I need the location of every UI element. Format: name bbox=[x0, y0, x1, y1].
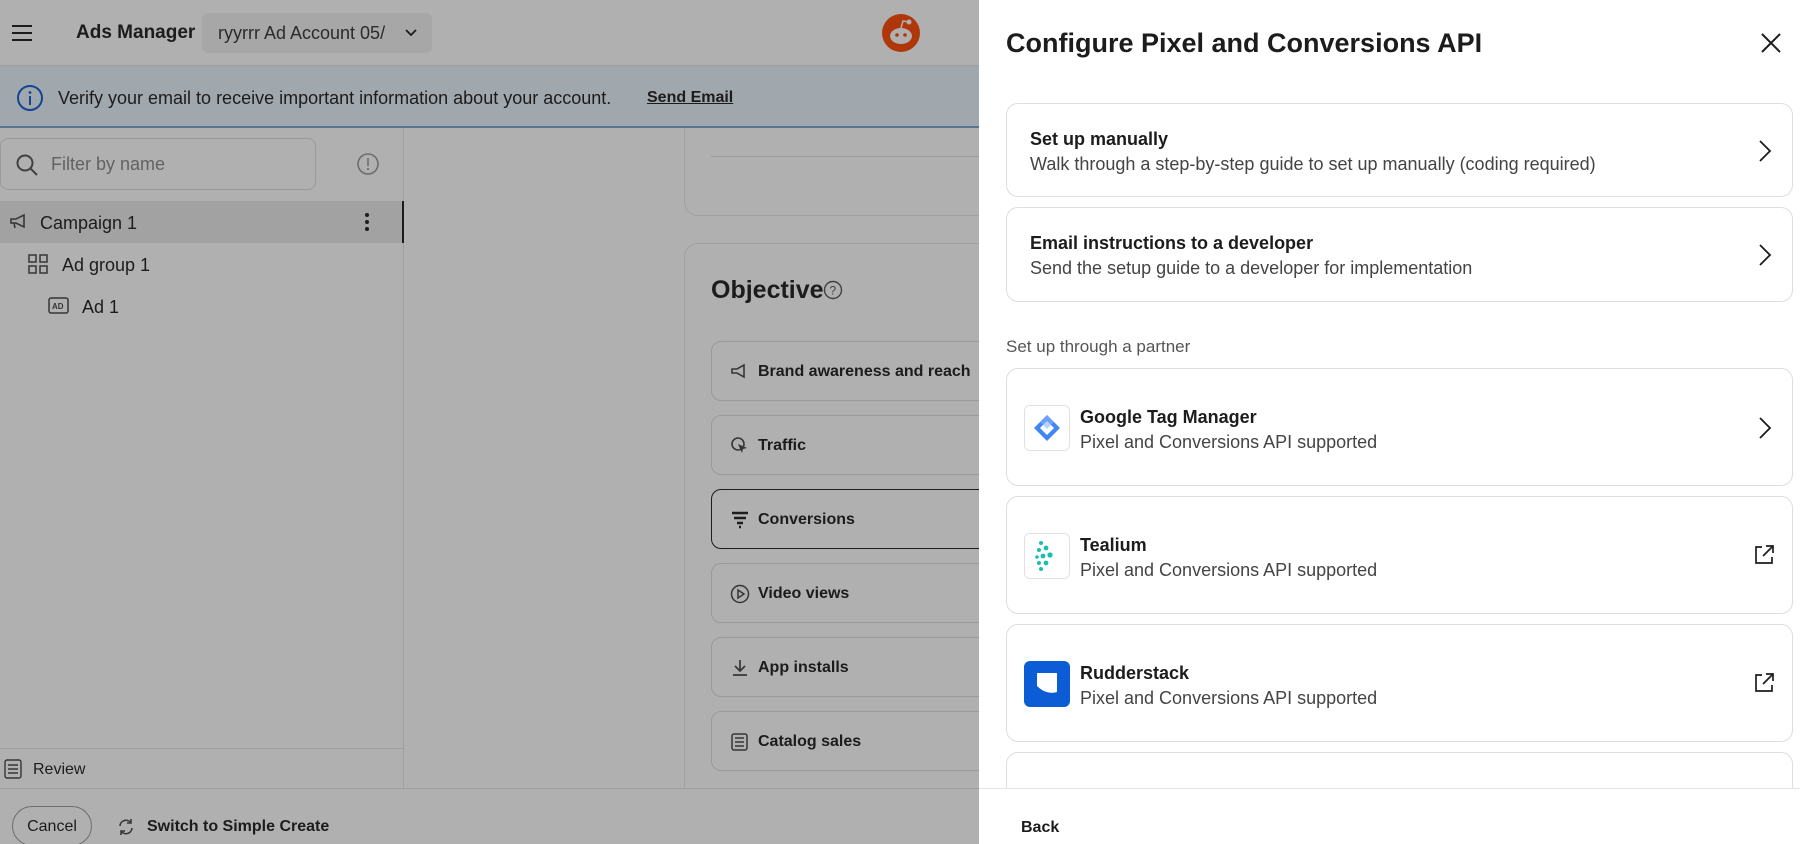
chevron-right-icon bbox=[1759, 140, 1772, 162]
option-subtitle: Send the setup guide to a developer for … bbox=[1030, 258, 1473, 278]
partner-name: Rudderstack bbox=[1080, 663, 1190, 683]
partner-tealium[interactable]: Tealium Pixel and Conversions API suppor… bbox=[1006, 496, 1793, 614]
external-link-icon bbox=[1755, 545, 1774, 564]
drawer-footer: Back bbox=[979, 788, 1800, 844]
partner-google-tag-manager[interactable]: Google Tag Manager Pixel and Conversions… bbox=[1006, 368, 1793, 486]
close-icon[interactable] bbox=[1759, 31, 1783, 55]
chevron-right-icon bbox=[1759, 417, 1772, 439]
partner-subtitle: Pixel and Conversions API supported bbox=[1080, 560, 1378, 580]
option-title: Set up manually bbox=[1030, 129, 1169, 149]
tealium-logo bbox=[1024, 533, 1070, 579]
configure-pixel-drawer: Configure Pixel and Conversions API Set … bbox=[979, 0, 1800, 844]
google-tag-manager-logo bbox=[1024, 405, 1070, 451]
drawer-title: Configure Pixel and Conversions API bbox=[1006, 28, 1483, 58]
tealium-icon bbox=[1035, 541, 1053, 571]
option-title: Email instructions to a developer bbox=[1030, 233, 1314, 253]
chevron-right-icon bbox=[1759, 244, 1772, 266]
modal-backdrop[interactable] bbox=[0, 0, 980, 844]
google-tag-manager-icon bbox=[1034, 415, 1060, 441]
partner-rudderstack[interactable]: Rudderstack Pixel and Conversions API su… bbox=[1006, 624, 1793, 742]
partner-section-label: Set up through a partner bbox=[1006, 337, 1191, 356]
email-instructions-option[interactable]: Email instructions to a developer Send t… bbox=[1006, 207, 1793, 302]
external-link-icon bbox=[1755, 673, 1774, 692]
partner-name: Tealium bbox=[1080, 535, 1147, 555]
option-subtitle: Walk through a step-by-step guide to set… bbox=[1030, 154, 1596, 174]
rudderstack-icon bbox=[1037, 673, 1057, 693]
partner-subtitle: Pixel and Conversions API supported bbox=[1080, 688, 1378, 708]
partner-subtitle: Pixel and Conversions API supported bbox=[1080, 432, 1378, 452]
rudderstack-logo bbox=[1024, 661, 1070, 707]
back-button[interactable]: Back bbox=[1021, 819, 1059, 837]
set-up-manually-option[interactable]: Set up manually Walk through a step-by-s… bbox=[1006, 103, 1793, 197]
partner-name: Google Tag Manager bbox=[1080, 407, 1257, 427]
